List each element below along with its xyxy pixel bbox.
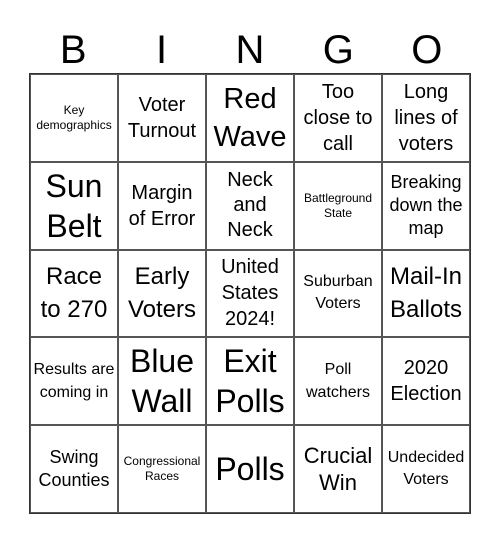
cell-text: Neck and Neck: [227, 169, 273, 242]
bingo-cell[interactable]: Margin of Error: [118, 161, 206, 250]
bingo-cell[interactable]: Key demographics: [30, 74, 118, 162]
cell-text: 2020 Election: [390, 357, 462, 406]
bingo-cell[interactable]: Breaking down the map: [382, 161, 470, 250]
bingo-cell[interactable]: Exit Polls: [206, 337, 294, 426]
bingo-cell[interactable]: Battleground State: [294, 161, 382, 250]
bingo-cell[interactable]: Early Voters: [118, 249, 206, 338]
cell-text: Sun Belt: [45, 167, 103, 244]
cell-text: Margin of Error: [128, 181, 196, 230]
bingo-cell[interactable]: Polls: [206, 425, 294, 513]
header-letter-i: I: [156, 28, 168, 72]
bingo-cell[interactable]: Sun Belt: [30, 161, 118, 250]
bingo-header: B I N G O: [29, 28, 471, 72]
bingo-cell[interactable]: Suburban Voters: [294, 249, 382, 338]
header-letter-o: O: [411, 28, 443, 72]
cell-text: Exit Polls: [215, 343, 285, 420]
bingo-grid: Key demographics Voter Turnout Red Wave …: [29, 73, 471, 514]
cell-text: Polls: [215, 451, 285, 488]
bingo-cell[interactable]: Crucial Win: [294, 425, 382, 513]
bingo-cell[interactable]: Race to 270: [30, 249, 118, 338]
cell-text: Key demographics: [36, 102, 112, 132]
bingo-cell[interactable]: Voter Turnout: [118, 74, 206, 162]
cell-text: Voter Turnout: [127, 93, 197, 142]
cell-text: United States 2024!: [221, 256, 279, 331]
bingo-cell[interactable]: United States 2024!: [206, 249, 294, 338]
cell-text: Poll watchers: [305, 361, 371, 402]
cell-text: Long lines of voters: [394, 80, 458, 155]
bingo-cell[interactable]: Results are coming in: [30, 337, 118, 426]
cell-text: Early Voters: [127, 263, 197, 324]
header-letter-b: B: [59, 28, 87, 72]
header-letter-n: N: [235, 28, 265, 72]
cell-text: Blue Wall: [129, 343, 195, 420]
cell-text: Breaking down the map: [389, 172, 463, 239]
bingo-cell[interactable]: Red Wave: [206, 74, 294, 162]
cell-text: Battleground State: [303, 190, 373, 220]
bingo-cell[interactable]: Long lines of voters: [382, 74, 470, 162]
bingo-cell[interactable]: Swing Counties: [30, 425, 118, 513]
bingo-cell[interactable]: 2020 Election: [382, 337, 470, 426]
cell-text: Red Wave: [213, 82, 287, 153]
cell-text: Too close to call: [303, 80, 373, 155]
bingo-cell[interactable]: Mail-In Ballots: [382, 249, 470, 338]
bingo-cell[interactable]: Blue Wall: [118, 337, 206, 426]
cell-text: Crucial Win: [303, 443, 373, 496]
bingo-cell[interactable]: Poll watchers: [294, 337, 382, 426]
bingo-cell[interactable]: Undecided Voters: [382, 425, 470, 513]
cell-text: Race to 270: [40, 263, 108, 324]
cell-text: Undecided Voters: [387, 449, 465, 489]
cell-text: Mail-In Ballots: [389, 263, 463, 324]
cell-text: Congressional Races: [123, 454, 201, 484]
bingo-cell[interactable]: Congressional Races: [118, 425, 206, 513]
bingo-cell[interactable]: Neck and Neck: [206, 161, 294, 250]
header-letter-g: G: [322, 28, 354, 72]
cell-text: Suburban Voters: [303, 273, 373, 313]
cell-text: Swing Counties: [38, 447, 110, 491]
cell-text: Results are coming in: [33, 361, 115, 402]
bingo-cell[interactable]: Too close to call: [294, 74, 382, 162]
